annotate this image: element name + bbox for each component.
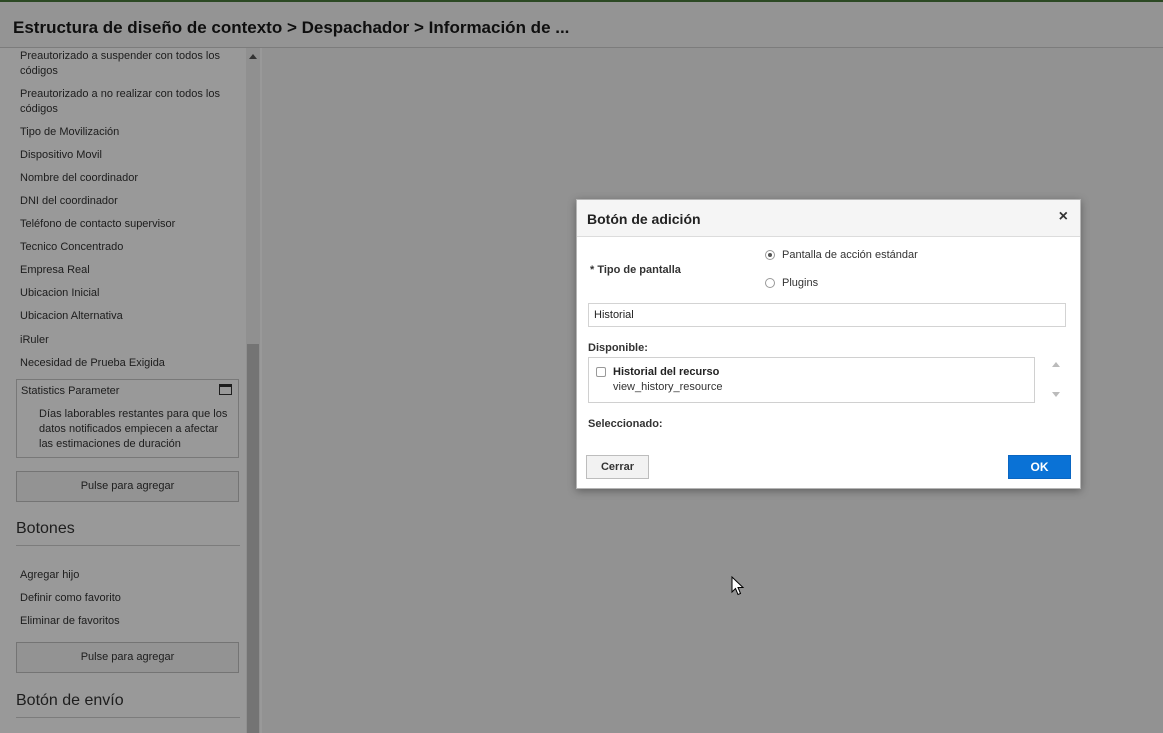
add-button-dialog: Botón de adición × * Tipo de pantalla Pa… — [576, 199, 1081, 489]
available-label: Disponible: — [588, 342, 648, 354]
close-button[interactable]: Cerrar — [586, 455, 649, 479]
available-item-key: view_history_resource — [613, 381, 723, 393]
available-list: Historial del recurso view_history_resou… — [588, 357, 1035, 403]
radio-unselected-icon[interactable] — [765, 278, 775, 288]
checkbox-icon[interactable] — [596, 367, 606, 377]
radio-label: Plugins — [782, 277, 819, 289]
ok-button[interactable]: OK — [1008, 455, 1071, 479]
radio-standard-action-screen[interactable]: Pantalla de acción estándar — [765, 249, 918, 261]
screen-type-label: * Tipo de pantalla — [590, 264, 681, 276]
search-input[interactable] — [588, 303, 1066, 327]
radio-plugins[interactable]: Plugins — [765, 277, 818, 289]
mouse-cursor-icon — [731, 576, 745, 596]
dialog-title: Botón de adición — [587, 211, 701, 227]
list-scroll-up-icon[interactable] — [1052, 362, 1060, 367]
radio-label: Pantalla de acción estándar — [782, 249, 918, 261]
dialog-header: Botón de adición × — [577, 200, 1080, 237]
radio-selected-icon[interactable] — [765, 250, 775, 260]
close-icon[interactable]: × — [1059, 208, 1068, 226]
available-item-name[interactable]: Historial del recurso — [613, 366, 719, 378]
list-scroll-down-icon[interactable] — [1052, 392, 1060, 397]
selected-label: Seleccionado: — [588, 418, 663, 430]
